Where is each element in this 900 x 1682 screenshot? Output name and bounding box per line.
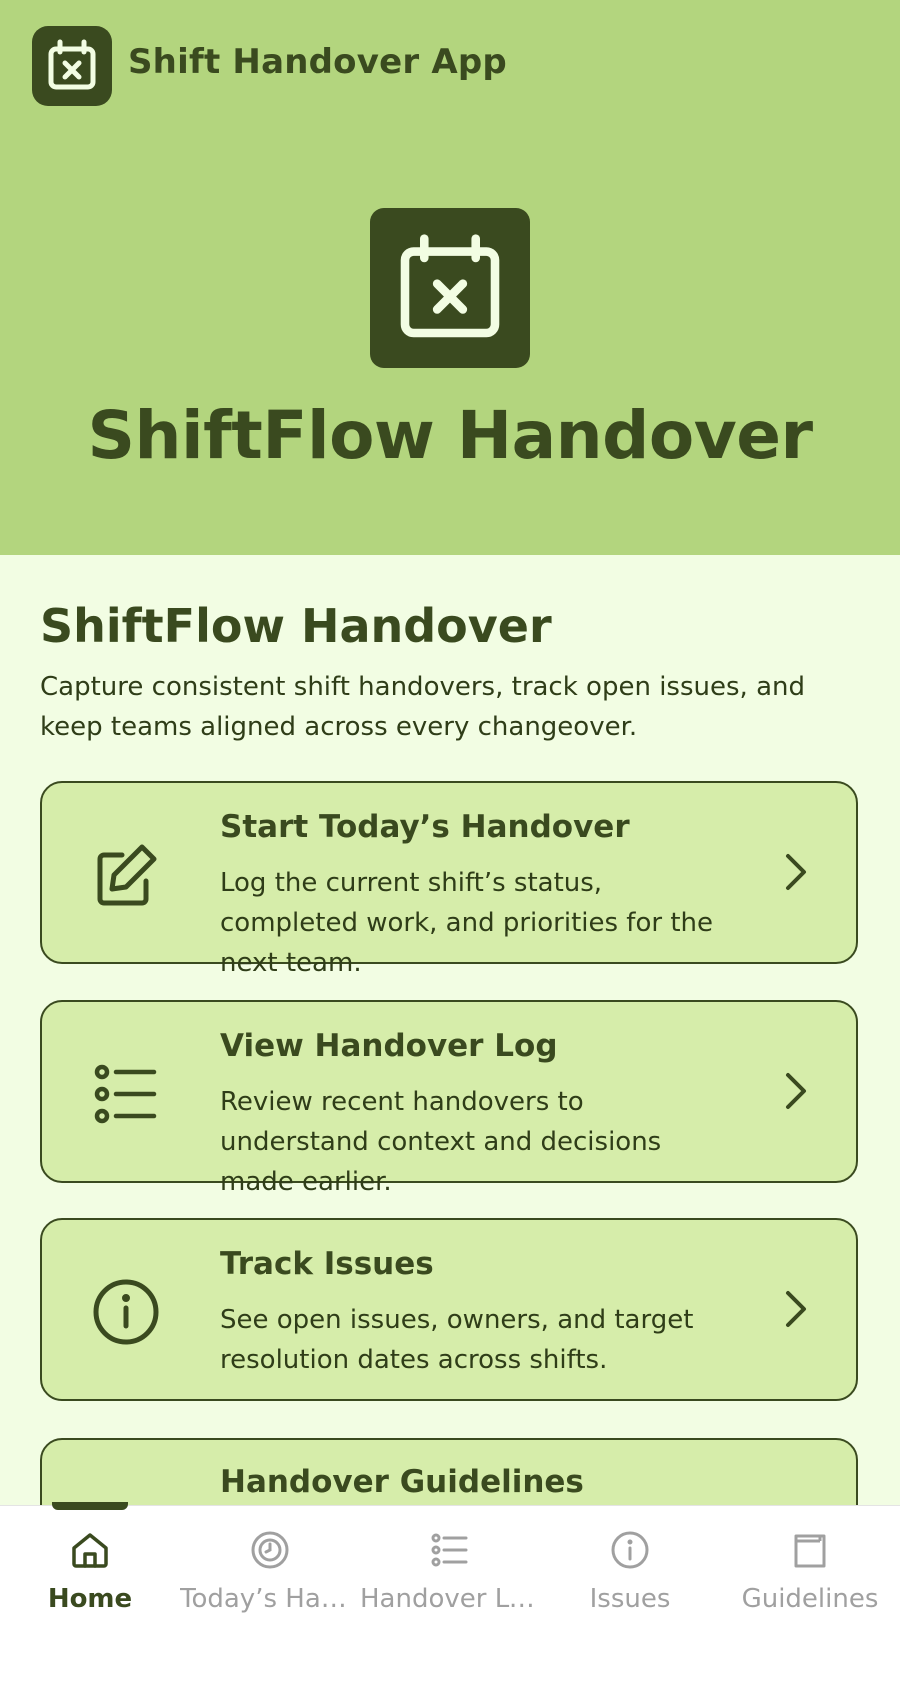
home-content: ShiftFlow Handover Capture consistent sh… xyxy=(0,555,900,1621)
card-title: Track Issues xyxy=(220,1246,434,1282)
nav-label: Handover Log xyxy=(360,1584,540,1614)
nav-label: Home xyxy=(47,1584,133,1614)
card-description: Review recent handovers to understand co… xyxy=(220,1087,662,1197)
view-log-card[interactable]: View Handover Log Review recent handover… xyxy=(40,1000,858,1197)
chevron-right-icon xyxy=(776,1284,816,1334)
book-icon xyxy=(790,1530,830,1570)
hero-title: ShiftFlow Handover xyxy=(87,397,813,474)
nav-item-guidelines[interactable]: Guidelines xyxy=(720,1506,900,1682)
card-title: Start Today’s Handover xyxy=(220,809,630,845)
home-icon xyxy=(70,1530,110,1570)
top-app-bar: Shift Handover App xyxy=(0,0,900,135)
list-icon xyxy=(92,1060,160,1128)
nav-label: Guidelines xyxy=(741,1584,879,1614)
card-title: View Handover Log xyxy=(220,1028,558,1064)
nav-label: Today’s Han… xyxy=(180,1584,360,1614)
app-title: Shift Handover App xyxy=(128,42,507,82)
track-issues-card[interactable]: Track Issues See open issues, owners, an… xyxy=(40,1218,858,1401)
bottom-navigation: Home Today’s Han… Handover Log Issues Gu… xyxy=(0,1505,900,1682)
page-title: ShiftFlow Handover xyxy=(40,599,552,653)
app-root: Shift Handover App ShiftFlow Handover Sh… xyxy=(0,0,900,1682)
card-title: Handover Guidelines xyxy=(220,1464,584,1500)
nav-label: Issues xyxy=(589,1584,671,1614)
card-description: See open issues, owners, and target reso… xyxy=(220,1305,694,1375)
hero-calendar-x-icon xyxy=(370,208,530,368)
start-handover-card[interactable]: Start Today’s Handover Log the current s… xyxy=(40,781,858,978)
card-description: Log the current shift’s status, complete… xyxy=(220,868,713,978)
calendar-x-icon xyxy=(32,26,112,106)
chevron-right-icon xyxy=(776,847,816,897)
nav-item-todays-handover[interactable]: Today’s Han… xyxy=(180,1506,360,1682)
edit-icon xyxy=(92,841,160,909)
nav-item-home[interactable]: Home xyxy=(0,1506,180,1682)
page-description: Capture consistent shift handovers, trac… xyxy=(40,672,805,742)
scroll-peek-element xyxy=(52,1502,128,1510)
hero-banner: ShiftFlow Handover xyxy=(0,135,900,555)
list-icon xyxy=(430,1530,470,1570)
clock-icon xyxy=(250,1530,290,1570)
info-icon xyxy=(92,1278,160,1346)
nav-item-issues[interactable]: Issues xyxy=(540,1506,720,1682)
chevron-right-icon xyxy=(776,1066,816,1116)
info-icon xyxy=(610,1530,650,1570)
nav-item-handover-log[interactable]: Handover Log xyxy=(360,1506,540,1682)
